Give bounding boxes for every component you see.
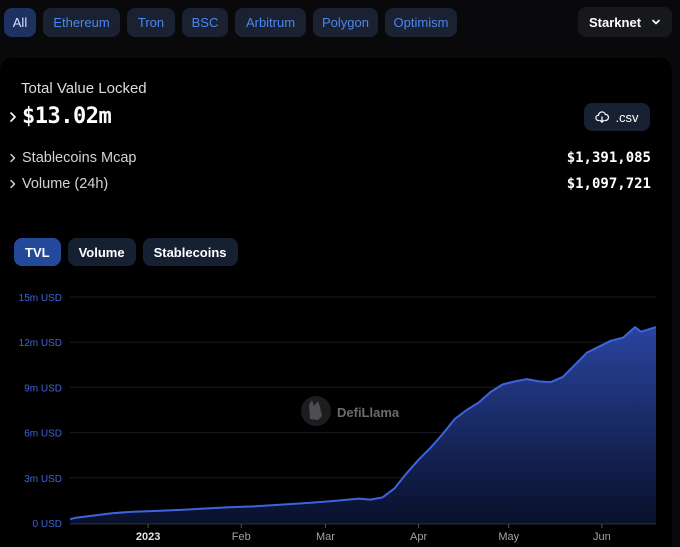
chevron-right-icon	[10, 153, 16, 163]
volume-24h-row[interactable]: Volume (24h) $1,097,721	[8, 174, 651, 194]
x-tick-label: Jun	[593, 531, 611, 543]
stat-label: Stablecoins Mcap	[22, 150, 137, 166]
y-tick-label: 3m USD	[24, 474, 62, 485]
chain-filter-arbitrum[interactable]: Arbitrum	[235, 8, 306, 37]
chain-filter-bar: All Ethereum Tron BSC Arbitrum Polygon O…	[4, 7, 672, 37]
watermark-text: DefiLlama	[337, 405, 400, 420]
tvl-label: Total Value Locked	[21, 80, 147, 97]
y-tick-label: 0 USD	[33, 519, 62, 530]
y-tick-label: 6m USD	[24, 429, 62, 440]
x-tick-label: 2023	[136, 531, 160, 543]
x-tick-label: Apr	[410, 531, 427, 543]
tab-volume[interactable]: Volume	[67, 238, 136, 266]
chevron-right-icon	[10, 179, 16, 189]
chain-select-dropdown[interactable]: Starknet	[578, 7, 672, 37]
chart-tabs: TVL Volume Stablecoins	[14, 238, 238, 266]
tvl-value: $13.02m	[22, 104, 112, 129]
chain-filter-ethereum[interactable]: Ethereum	[43, 8, 120, 37]
stat-value: $1,391,085	[566, 150, 651, 166]
x-tick-label: Mar	[316, 531, 335, 543]
stat-value: $1,097,721	[566, 176, 651, 192]
chain-filter-all[interactable]: All	[4, 8, 36, 37]
csv-label: .csv	[615, 109, 639, 125]
y-tick-label: 9m USD	[24, 383, 62, 394]
download-csv-button[interactable]: .csv	[584, 103, 650, 131]
tab-stablecoins[interactable]: Stablecoins	[142, 238, 238, 266]
chain-filter-bsc[interactable]: BSC	[182, 8, 228, 37]
y-tick-label: 12m USD	[19, 338, 62, 349]
x-tick-label: Feb	[232, 531, 251, 543]
stablecoins-mcap-row[interactable]: Stablecoins Mcap $1,391,085	[8, 148, 651, 168]
tvl-area-fill	[70, 327, 656, 523]
chevron-right-icon	[10, 111, 16, 122]
chevron-down-icon	[652, 19, 660, 25]
chain-filter-polygon[interactable]: Polygon	[313, 8, 378, 37]
x-tick-label: May	[498, 531, 519, 543]
tvl-row[interactable]: $13.02m	[8, 104, 112, 129]
y-tick-label: 15m USD	[19, 293, 62, 304]
chain-select-value: Starknet	[589, 14, 642, 30]
chain-filter-tron[interactable]: Tron	[127, 8, 175, 37]
tvl-area-chart: 15m USD 12m USD 9m USD 6m USD 3m USD 0 USD De…	[19, 293, 657, 543]
chain-filter-optimism[interactable]: Optimism	[385, 8, 457, 37]
stat-label: Volume (24h)	[22, 176, 109, 192]
tab-tvl[interactable]: TVL	[14, 238, 61, 266]
cloud-download-icon	[595, 111, 610, 123]
defillama-watermark: DefiLlama	[301, 396, 400, 426]
